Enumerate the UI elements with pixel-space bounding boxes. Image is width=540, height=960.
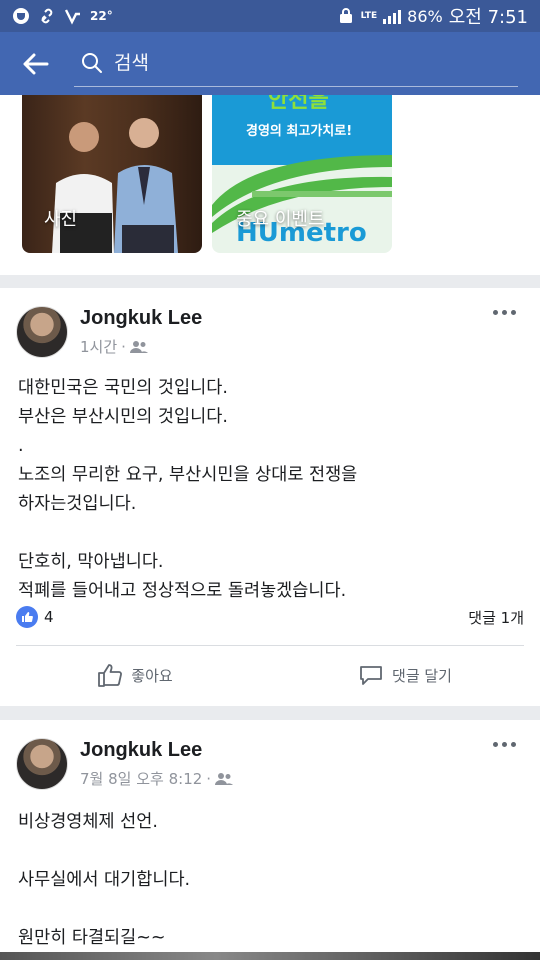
search-icon [82,53,102,73]
author-name[interactable]: Jongkuk Lee [80,307,202,330]
network-type-label: LTE [360,10,378,21]
friends-audience-icon [215,772,234,785]
post-header: Jongkuk Lee 7월 8일 오후 8:12 · [16,736,234,792]
like-button-label: 좋아요 [131,666,173,685]
photos-tile-label: 사진 [44,209,78,230]
battery-percent: 86% [407,6,443,26]
lock-notification-icon [337,7,355,25]
like-count[interactable]: 4 [44,608,54,626]
post-header: Jongkuk Lee 1시간 · [16,304,202,360]
weather-notification-icon [64,7,82,25]
photos-tile[interactable]: 사진 [22,95,202,253]
search-box[interactable] [74,41,518,87]
temperature-text: 22° [90,9,113,23]
post-card: Jongkuk Lee 1시간 · 대한민국은 국민의 것입니다. 부산은 부산… [0,288,540,706]
post-card: Jongkuk Lee 7월 8일 오후 8:12 · 비상경영체제 선언. 사… [0,720,540,960]
reactions-bar: 4 댓글 1개 [16,606,524,628]
post-body: 대한민국은 국민의 것입니다. 부산은 부산시민의 것입니다. . 노조의 무리… [18,378,358,601]
separator-dot: · [206,769,212,788]
link-notification-icon [38,7,56,25]
comment-count[interactable]: 댓글 1개 [468,607,524,628]
events-tile[interactable]: 안전을 경영의 최고가치로! HUmetro 중요 이벤트 [212,95,392,253]
clock-time: 오전 7:51 [448,7,528,28]
comment-button-label: 댓글 달기 [392,666,452,685]
avatar[interactable] [16,306,68,358]
author-name[interactable]: Jongkuk Lee [80,739,233,762]
post-timestamp[interactable]: 1시간 [80,336,117,357]
friends-audience-icon [129,340,148,353]
signal-strength-icon [383,8,402,24]
comment-button[interactable]: 댓글 달기 [270,650,540,700]
divider [16,645,524,646]
back-arrow-icon[interactable] [16,44,56,84]
separator-dot: · [121,337,126,356]
comment-bubble-icon [360,666,382,685]
svg-text:안전을: 안전을 [268,95,329,113]
post-actions: 좋아요 댓글 달기 [0,650,540,700]
search-header [0,32,540,95]
avatar[interactable] [16,738,68,790]
post-body: 비상경영체제 선언. 사무실에서 대기합니다. 원만히 타결되길~~ [18,812,191,948]
next-post-image-edge [0,952,540,960]
search-input[interactable] [114,52,414,74]
thumbs-up-icon [98,664,123,687]
svg-text:경영의 최고가치로!: 경영의 최고가치로! [246,123,352,139]
app-notification-icon [12,7,30,25]
more-options-icon[interactable] [493,742,516,747]
like-button[interactable]: 좋아요 [0,650,270,700]
more-options-icon[interactable] [493,310,516,315]
like-reaction-icon[interactable] [16,606,38,628]
events-tile-label: 중요 이벤트 [236,209,325,230]
highlights-card: 사진 안전을 경영의 최고가치로! HUmetro 중요 이벤트 [0,95,540,275]
status-bar: 22° LTE 86% 오전 7:51 [0,0,540,32]
post-timestamp[interactable]: 7월 8일 오후 8:12 [80,768,202,789]
